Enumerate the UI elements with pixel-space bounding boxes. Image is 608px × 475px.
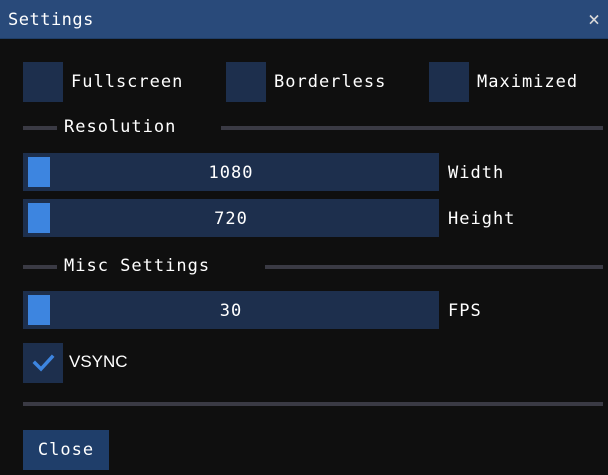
separator-line <box>23 402 603 406</box>
maximized-checkbox[interactable]: Maximized <box>429 62 578 102</box>
checkmark-icon <box>32 354 55 372</box>
maximized-label: Maximized <box>477 72 579 92</box>
height-slider[interactable]: 720 <box>23 199 439 237</box>
width-slider[interactable]: 1080 <box>23 153 439 191</box>
fps-slider[interactable]: 30 <box>23 291 439 329</box>
borderless-checkbox-box[interactable] <box>226 62 266 102</box>
width-label: Width <box>448 163 505 183</box>
borderless-label: Borderless <box>274 72 387 92</box>
fullscreen-checkbox[interactable]: Fullscreen <box>23 62 183 102</box>
maximized-checkbox-box[interactable] <box>429 62 469 102</box>
close-button[interactable]: Close <box>23 430 109 470</box>
height-value: 720 <box>214 209 248 229</box>
width-value: 1080 <box>208 163 254 183</box>
height-label: Height <box>448 209 516 229</box>
fullscreen-checkbox-box[interactable] <box>23 62 63 102</box>
misc-section-title: Misc Settings <box>64 256 211 276</box>
settings-window: Settings × Fullscreen Borderless Maximiz… <box>0 0 608 475</box>
separator-line <box>221 126 603 130</box>
borderless-checkbox[interactable]: Borderless <box>226 62 386 102</box>
separator-line <box>23 265 57 269</box>
window-title: Settings <box>8 10 94 30</box>
resolution-section-title: Resolution <box>64 117 177 137</box>
window-mode-checkboxes: Fullscreen Borderless Maximized <box>23 62 603 102</box>
separator-line <box>23 126 57 130</box>
fps-value: 30 <box>219 301 243 321</box>
separator-line <box>265 265 603 269</box>
vsync-checkbox[interactable] <box>23 343 63 383</box>
fps-label: FPS <box>448 301 482 321</box>
title-bar[interactable]: Settings × <box>0 0 608 39</box>
fullscreen-label: Fullscreen <box>71 72 184 92</box>
vsync-label: VSYNC <box>69 352 128 371</box>
close-icon[interactable]: × <box>588 7 600 31</box>
